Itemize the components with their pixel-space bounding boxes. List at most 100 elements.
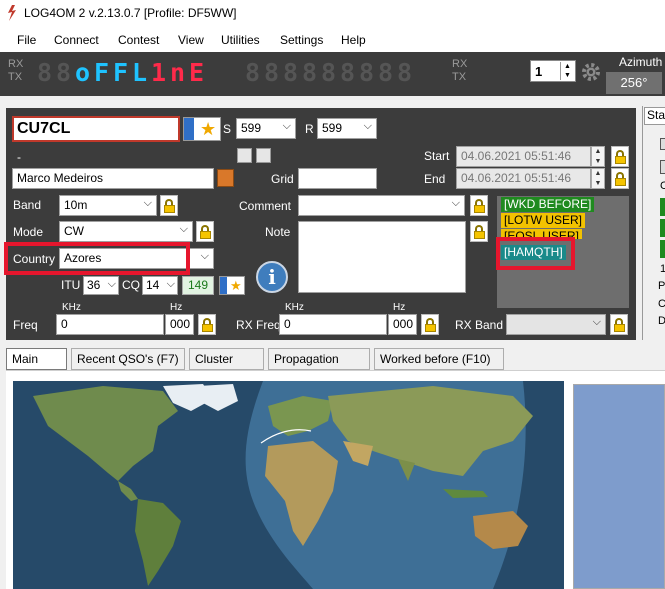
azimuth-label: Azimuth	[619, 55, 663, 69]
strip-label-c: C	[660, 180, 665, 192]
chevron-down-icon: ⌵	[451, 197, 460, 209]
end-lock-icon[interactable]	[611, 168, 629, 189]
freq2-digit: 8	[263, 58, 280, 87]
note-lock-icon[interactable]	[470, 221, 488, 242]
country-flag-small-icon: ★	[219, 276, 245, 295]
tab-station[interactable]: Sta	[644, 107, 665, 125]
chevron-down-icon: ⌵	[200, 250, 209, 262]
menu-view[interactable]: View	[178, 33, 204, 47]
comment-label: Comment	[239, 199, 292, 213]
rx-indicator-2: RX	[452, 58, 468, 70]
freq1-digit: 1	[150, 58, 167, 87]
mode-lock-icon[interactable]	[196, 221, 214, 242]
menu-help[interactable]: Help	[341, 33, 366, 47]
itu-select[interactable]: 36 ⌵	[83, 276, 119, 295]
freq-khz-label: KHz	[62, 302, 81, 313]
strip-label-c2: C	[658, 298, 665, 310]
freq1-digit: n	[169, 58, 186, 87]
freq2-digit: 8	[377, 58, 394, 87]
rxband-lock-icon[interactable]	[610, 314, 628, 335]
end-time-field[interactable]: 04.06.2021 05:51:46	[456, 168, 591, 189]
band-value: 10m	[64, 198, 88, 212]
rxfreq-khz-label: KHz	[285, 302, 304, 313]
start-label: Start	[424, 149, 450, 163]
freq1-digit: 8	[55, 58, 72, 87]
freq2-digit: 8	[244, 58, 261, 87]
title-bar: LOG4OM 2 v.2.13.0.7 [Profile: DF5WW]	[0, 0, 665, 28]
band-lock-icon[interactable]	[160, 195, 178, 216]
menu-settings[interactable]: Settings	[280, 33, 323, 47]
freq2-digit: 8	[282, 58, 299, 87]
rx-indicator-1: RX	[8, 58, 24, 70]
station-panel-strip: Sta C 1 P C D	[642, 106, 665, 340]
band-select[interactable]: 10m ⌵	[59, 195, 157, 216]
radio-select-stepper[interactable]: 1 ▲ ▼	[530, 60, 576, 82]
app-logo-icon	[8, 5, 16, 21]
status-badge-lotw-user: [LOTW USER]	[501, 213, 586, 228]
tx-indicator-2: TX	[452, 71, 467, 83]
menu-bar: File Connect Contest View Utilities Sett…	[0, 28, 665, 52]
strip-button-1[interactable]	[660, 138, 665, 150]
toggle-square-1[interactable]	[237, 148, 252, 163]
freq-hz-field[interactable]: 000	[165, 314, 194, 335]
strip-green-indicator-3	[660, 240, 665, 258]
tab-recent-qsos[interactable]: Recent QSO's (F7)	[71, 348, 185, 370]
tab-worked-before[interactable]: Worked before (F10)	[374, 348, 504, 370]
grid-field[interactable]	[298, 168, 377, 189]
tab-main[interactable]: Main (F6)	[6, 348, 67, 386]
rst-rcvd-select[interactable]: 599 ⌵	[317, 118, 377, 139]
tab-propagation[interactable]: Propagation (F9)	[268, 348, 370, 386]
rxband-label: RX Band	[455, 318, 504, 332]
menu-file[interactable]: File	[17, 33, 36, 47]
rxfreq-khz-field[interactable]: 0	[279, 314, 387, 335]
name-field[interactable]: Marco Medeiros	[12, 168, 214, 189]
dxcc-number: 149	[182, 276, 214, 295]
menu-contest[interactable]: Contest	[118, 33, 159, 47]
rxfreq-hz-field[interactable]: 000	[388, 314, 417, 335]
gear-icon[interactable]	[580, 61, 602, 83]
start-time-field[interactable]: 04.06.2021 05:51:46	[456, 146, 591, 167]
cq-label: CQ	[122, 278, 140, 292]
strip-label-p: P	[658, 280, 665, 292]
frequency-display-2: 8 8 8 8 8 8 8 8 8	[244, 58, 413, 88]
freq1-digit: F	[112, 58, 129, 87]
menu-connect[interactable]: Connect	[54, 33, 99, 47]
chevron-down-icon: ⌵	[592, 316, 601, 328]
rxfreq-lock-icon[interactable]	[421, 314, 439, 335]
start-time-stepper[interactable]: ▲ ▼	[591, 146, 605, 167]
start-lock-icon[interactable]	[611, 146, 629, 167]
dash-label: -	[17, 150, 21, 164]
chevron-down-icon: ⌵	[363, 120, 372, 132]
band-label: Band	[13, 198, 42, 212]
status-badge-wkd-before: [WKD BEFORE]	[501, 197, 595, 212]
freq2-digit: 8	[358, 58, 375, 87]
rxfreq-hz-label: Hz	[393, 302, 406, 313]
menu-utilities[interactable]: Utilities	[221, 33, 260, 47]
cq-select[interactable]: 14 ⌵	[142, 276, 178, 295]
freq-khz-field[interactable]: 0	[56, 314, 164, 335]
chevron-down-icon: ⌵	[143, 197, 152, 209]
rst-sent-select[interactable]: 599 ⌵	[236, 118, 296, 139]
info-icon[interactable]: i	[256, 261, 288, 293]
hamqth-highlight-box	[496, 237, 575, 270]
note-field[interactable]	[298, 221, 466, 293]
rxband-select[interactable]: ⌵	[506, 314, 606, 335]
comment-lock-icon[interactable]	[470, 195, 488, 216]
world-map[interactable]	[13, 381, 564, 589]
freq1-digit: 8	[36, 58, 53, 87]
comment-select[interactable]: ⌵	[298, 195, 465, 216]
freq-hz-label: Hz	[170, 302, 183, 313]
strip-button-2[interactable]	[660, 160, 665, 174]
stepper-arrows-icon[interactable]: ▲ ▼	[560, 62, 574, 80]
callsign-input[interactable]: CU7CL	[12, 116, 180, 142]
window-title: LOG4OM 2 v.2.13.0.7 [Profile: DF5WW]	[24, 6, 237, 20]
freq-lock-icon[interactable]	[198, 314, 216, 335]
map-side-panel	[573, 384, 665, 589]
name-lookup-icon[interactable]	[217, 169, 234, 187]
toggle-square-2[interactable]	[256, 148, 271, 163]
itu-label: ITU	[61, 278, 81, 292]
mode-select[interactable]: CW ⌵	[59, 221, 193, 242]
freq2-digit: 8	[301, 58, 318, 87]
end-time-stepper[interactable]: ▲ ▼	[591, 168, 605, 189]
tab-cluster[interactable]: Cluster (F8)	[189, 348, 264, 386]
